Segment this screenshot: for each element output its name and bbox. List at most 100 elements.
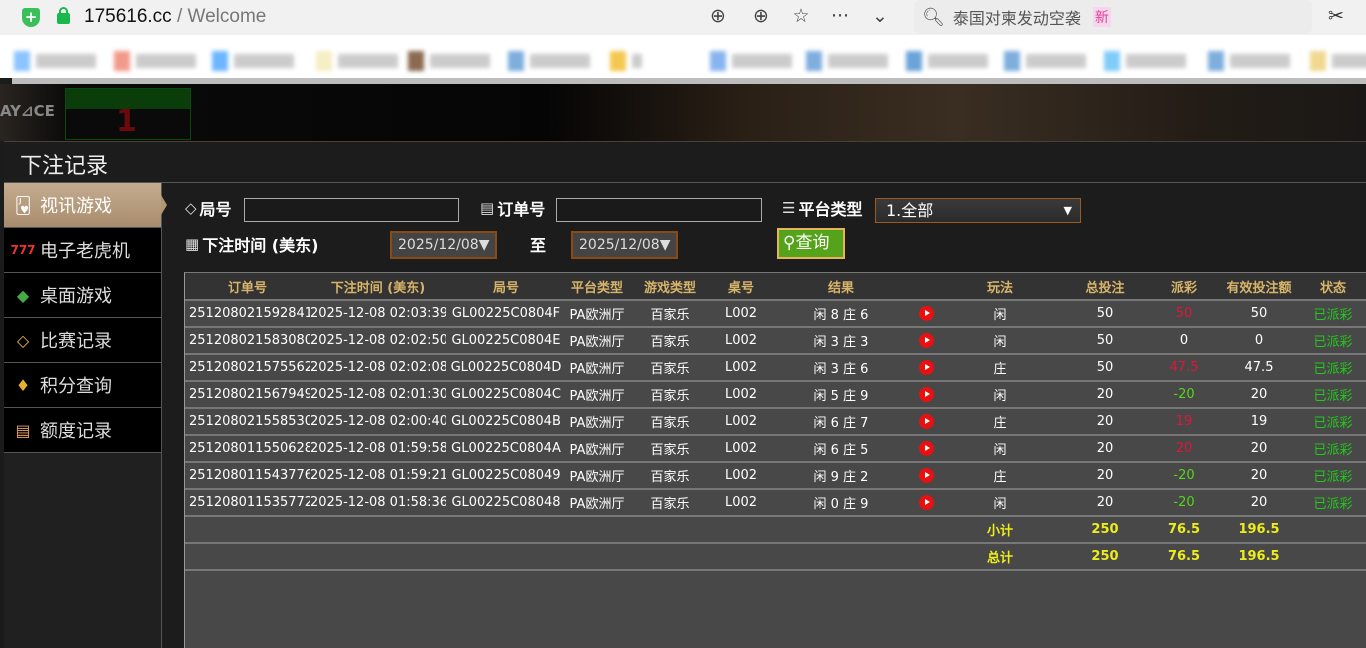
total-payout: 76.5 — [1150, 543, 1218, 571]
subtotal-label: 小计 — [940, 516, 1060, 544]
sidebar-item-table-games[interactable]: ◆ 桌面游戏 — [4, 273, 161, 318]
more-icon[interactable]: ··· — [828, 5, 852, 27]
search-icon: ⚲ — [783, 233, 796, 253]
valid-bet: 20 — [1218, 489, 1300, 517]
date-from-value: 2025/12/08 — [398, 237, 479, 253]
browser-search-box[interactable]: 🔍︎ 泰国对柬发动空袭 新 — [914, 0, 1312, 34]
time-label-text: 下注时间 (美东) — [202, 236, 319, 255]
bookmarks-bar — [0, 35, 1366, 78]
round-input[interactable] — [244, 198, 459, 222]
star-icon[interactable]: ☆ — [789, 5, 813, 27]
play-video-icon[interactable] — [918, 441, 934, 456]
to-label: 至 — [530, 236, 547, 255]
game-type: 百家乐 — [628, 408, 712, 436]
column-header: 状态 — [1300, 273, 1366, 301]
order-label: ▤ 订单号 — [480, 196, 545, 220]
query-button[interactable]: ⚲查询 — [777, 228, 845, 259]
table-row: 251208011543776 2025-12-08 01:59:21 GL0022… — [185, 462, 1366, 490]
security-shield-icon: + — [22, 8, 40, 27]
zoom-icon[interactable]: ⊕ — [706, 5, 730, 27]
bulb-icon[interactable]: ⊕ — [749, 5, 773, 27]
status: 已派彩 — [1300, 327, 1366, 355]
address-bar[interactable]: + 175616.cc / Welcome ⊕ ⊕ ☆ ··· ⌄ — [0, 0, 904, 35]
sidebar-item-label: 视讯游戏 — [40, 196, 112, 217]
sidebar-item-points[interactable]: ♦ 积分查询 — [4, 363, 161, 408]
lock-icon — [57, 7, 70, 24]
result: 闲 6 庄 5 — [770, 435, 912, 463]
platform: PA欧洲厅 — [566, 354, 628, 382]
table-no: L002 — [712, 462, 770, 490]
column-header — [912, 273, 940, 301]
play-video-icon[interactable] — [918, 414, 934, 429]
result: 闲 3 庄 3 — [770, 327, 912, 355]
play-video-icon[interactable] — [918, 495, 934, 510]
sidebar-item-slots[interactable]: 777 电子老虎机 — [4, 228, 161, 273]
url-text[interactable]: 175616.cc / Welcome — [84, 6, 266, 28]
game-type: 百家乐 — [628, 381, 712, 409]
platform-label: ☰ 平台类型 — [782, 196, 862, 220]
scissors-icon[interactable]: ✂ — [1328, 5, 1344, 27]
order-id: 251208021558530 — [185, 408, 310, 436]
table-row: 251208021583080 2025-12-08 02:02:50 GL0022… — [185, 327, 1366, 355]
date-from-picker[interactable]: 2025/12/08▼ — [390, 231, 497, 259]
table-row: 251208011535772 2025-12-08 01:58:36 GL0022… — [185, 489, 1366, 517]
ticket-icon: ◇ — [16, 330, 30, 350]
play-video-icon[interactable] — [918, 360, 934, 375]
total-bet: 20 — [1060, 435, 1150, 463]
column-header: 平台类型 — [566, 273, 628, 301]
payout: 0 — [1150, 327, 1218, 355]
total-bet: 20 — [1060, 381, 1150, 409]
payout: 20 — [1150, 435, 1218, 463]
replay-cell — [912, 327, 940, 355]
result: 闲 5 庄 9 — [770, 381, 912, 409]
replay-cell — [912, 435, 940, 463]
play-video-icon[interactable] — [918, 387, 934, 402]
order-id: 251208021583080 — [185, 327, 310, 355]
replay-cell — [912, 300, 940, 328]
page-title: 下注记录 — [20, 154, 109, 179]
payout: 50 — [1150, 300, 1218, 328]
table-no: L002 — [712, 489, 770, 517]
bet-time: 2025-12-08 02:00:40 — [310, 408, 446, 436]
valid-bet: 19 — [1218, 408, 1300, 436]
table-row: 251208021592841 2025-12-08 02:03:39 GL0022… — [185, 300, 1366, 328]
slot-777-icon: 777 — [10, 243, 36, 257]
round-id: GL00225C0804E — [446, 327, 566, 355]
order-id: 251208021592841 — [185, 300, 310, 328]
round-id: GL00225C0804A — [446, 435, 566, 463]
round-id: GL00225C0804D — [446, 354, 566, 382]
round-label: ◇ 局号 — [185, 196, 232, 220]
platform-label-text: 平台类型 — [798, 200, 863, 219]
result: 闲 3 庄 6 — [770, 354, 912, 382]
date-to-picker[interactable]: 2025/12/08▼ — [571, 231, 678, 259]
column-header: 派彩 — [1150, 273, 1218, 301]
play-video-icon[interactable] — [918, 468, 934, 483]
dropdown-arrow-icon: ▼ — [1063, 204, 1072, 217]
play-video-icon[interactable] — [918, 333, 934, 348]
round-id: GL00225C08049 — [446, 462, 566, 490]
column-header: 局号 — [446, 273, 566, 301]
subtotal-payout: 76.5 — [1150, 516, 1218, 544]
bet-time: 2025-12-08 01:59:21 — [310, 462, 446, 490]
column-header: 桌号 — [712, 273, 770, 301]
column-header: 有效投注额 — [1218, 273, 1300, 301]
platform: PA欧洲厅 — [566, 462, 628, 490]
order-input[interactable] — [556, 198, 762, 222]
bet-side: 闲 — [940, 300, 1060, 328]
chevron-down-icon[interactable]: ⌄ — [868, 5, 892, 27]
round-id: GL00225C0804F — [446, 300, 566, 328]
sidebar-item-live-games[interactable]: 🂻 视讯游戏 — [4, 183, 167, 228]
sidebar-item-label: 桌面游戏 — [40, 286, 112, 307]
document-icon: ▤ — [15, 420, 31, 440]
platform-select[interactable]: 1.全部 ▼ — [875, 198, 1081, 223]
order-id: 251208021575562 — [185, 354, 310, 382]
play-video-icon[interactable] — [918, 306, 934, 321]
sidebar-item-label: 比赛记录 — [40, 331, 112, 352]
column-header: 下注时间 (美东) — [310, 273, 446, 301]
platform: PA欧洲厅 — [566, 381, 628, 409]
valid-bet: 50 — [1218, 300, 1300, 328]
sidebar-item-match-records[interactable]: ◇ 比赛记录 — [4, 318, 161, 363]
bet-time: 2025-12-08 02:01:30 — [310, 381, 446, 409]
table-row: 251208021575562 2025-12-08 02:02:08 GL0022… — [185, 354, 1366, 382]
sidebar-item-credit-records[interactable]: ▤ 额度记录 — [4, 408, 161, 453]
